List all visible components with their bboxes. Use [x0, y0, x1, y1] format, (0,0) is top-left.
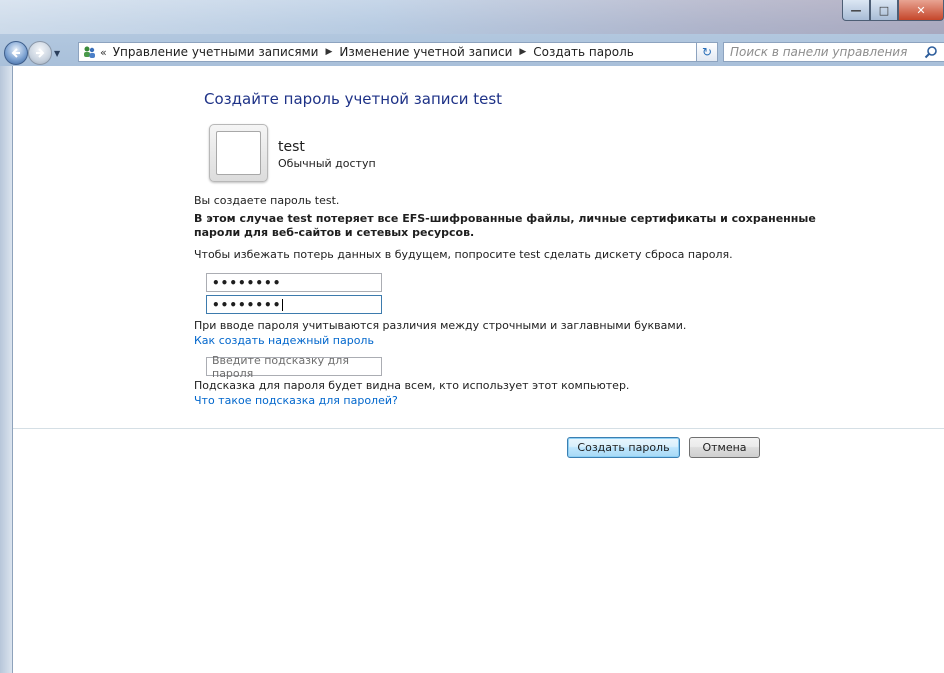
confirm-password-field[interactable]: ••••••••: [206, 295, 382, 314]
breadcrumb-create-password[interactable]: Создать пароль: [533, 45, 634, 59]
case-sensitivity-note: При вводе пароля учитываются различия ме…: [194, 319, 687, 332]
maximize-button[interactable]: □: [870, 0, 898, 21]
password-hint-help-link[interactable]: Что такое подсказка для паролей?: [194, 394, 398, 407]
breadcrumb-user-accounts[interactable]: Управление учетными записями: [113, 45, 319, 59]
search-icon[interactable]: [924, 45, 938, 59]
address-bar[interactable]: « Управление учетными записями ▶ Изменен…: [78, 42, 718, 62]
warning-line-1: В этом случае test потеряет все EFS-шифр…: [194, 212, 816, 225]
close-button[interactable]: ✕: [898, 0, 944, 21]
back-button[interactable]: [4, 41, 28, 65]
refresh-button[interactable]: ↻: [696, 42, 718, 62]
warning-line-2: пароли для веб-сайтов и сетевых ресурсов…: [194, 226, 475, 239]
strong-password-link[interactable]: Как создать надежный пароль: [194, 334, 374, 347]
page-title: Создайте пароль учетной записи test: [204, 90, 503, 108]
arrow-right-icon: [36, 48, 45, 58]
advice-text: Чтобы избежать потерь данных в будущем, …: [194, 248, 733, 261]
cancel-button[interactable]: Отмена: [689, 437, 760, 458]
control-panel-window: — □ ✕ ▼ « Управление учетными записями ▶…: [0, 0, 944, 673]
user-name: test: [278, 139, 305, 155]
main-content: Создайте пароль учетной записи test test…: [13, 66, 944, 673]
new-password-field[interactable]: ••••••••: [206, 273, 382, 292]
password-value: ••••••••: [212, 275, 282, 290]
forward-button[interactable]: [28, 41, 52, 65]
create-password-button[interactable]: Создать пароль: [567, 437, 680, 458]
warning-text: В этом случае test потеряет все EFS-шифр…: [194, 212, 816, 240]
hint-visibility-note: Подсказка для пароля будет видна всем, к…: [194, 379, 630, 392]
search-input[interactable]: Поиск в панели управления: [723, 42, 944, 62]
search-placeholder: Поиск в панели управления: [730, 45, 908, 59]
arrow-left-icon: [11, 48, 20, 58]
user-account-type: Обычный доступ: [278, 157, 376, 170]
breadcrumb-separator-icon[interactable]: ▶: [519, 47, 526, 57]
breadcrumb-overflow[interactable]: «: [100, 46, 107, 59]
navigation-bar: ▼ « Управление учетными записями ▶ Измен…: [0, 38, 944, 68]
text-caret: [282, 298, 284, 311]
title-bar: — □ ✕ ▼ « Управление учетными записями ▶…: [0, 0, 944, 66]
user-accounts-icon: [82, 45, 96, 59]
button-divider: [13, 428, 944, 429]
confirm-password-value: ••••••••: [212, 297, 282, 312]
caption-buttons: — □ ✕: [842, 0, 944, 21]
window-frame-left: [0, 66, 13, 673]
breadcrumb-separator-icon[interactable]: ▶: [325, 47, 332, 57]
breadcrumb-change-account[interactable]: Изменение учетной записи: [339, 45, 512, 59]
recent-pages-dropdown[interactable]: ▼: [54, 49, 60, 58]
password-hint-field[interactable]: Введите подсказку для пароля: [206, 354, 382, 380]
user-avatar: [209, 124, 268, 182]
refresh-icon: ↻: [701, 45, 713, 59]
intro-text: Вы создаете пароль test.: [194, 194, 340, 207]
password-hint-placeholder: Введите подсказку для пароля: [212, 353, 349, 380]
minimize-button[interactable]: —: [842, 0, 870, 21]
